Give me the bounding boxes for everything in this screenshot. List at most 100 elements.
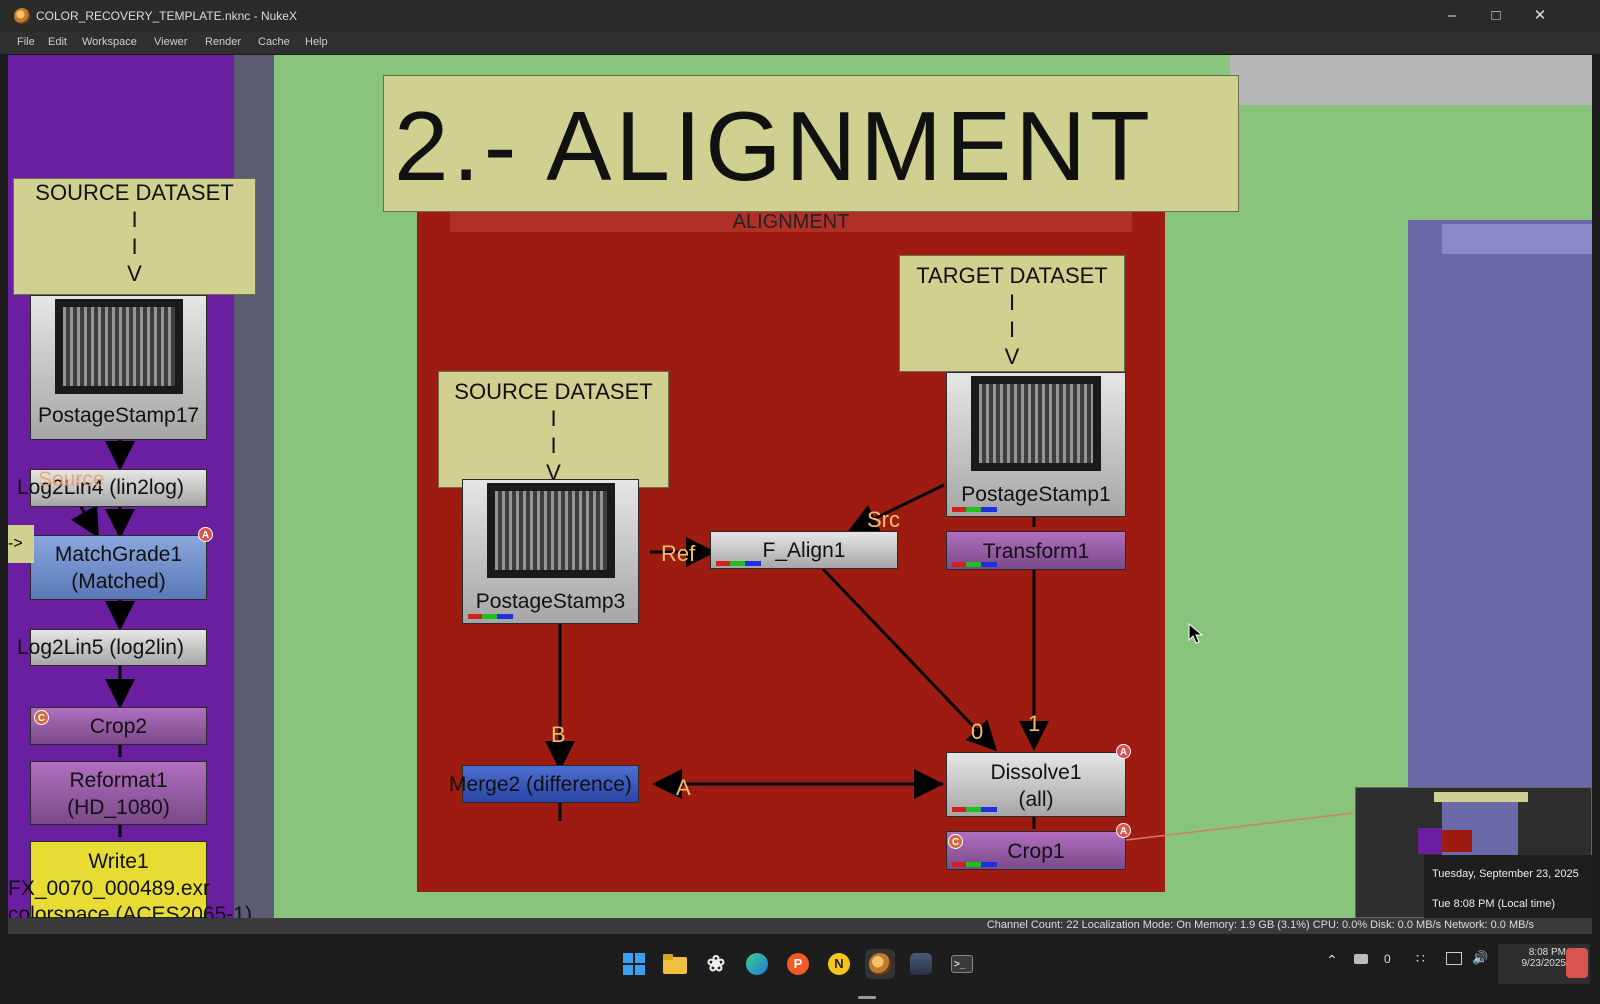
menu-workspace[interactable]: Workspace xyxy=(82,36,137,48)
write1-label: Write1 xyxy=(88,850,149,873)
menu-edit[interactable]: Edit xyxy=(48,36,67,48)
pipe-falign-dissolve xyxy=(821,567,998,752)
tray-count: 0 xyxy=(1384,952,1391,966)
postagestamp3-thumbnail xyxy=(487,483,615,578)
matchgrade1-node[interactable]: MatchGrade1 (Matched) xyxy=(30,535,207,600)
menu-bar: File Edit Workspace Viewer Render Cache … xyxy=(0,32,1600,54)
nukex-active-indicator xyxy=(858,996,876,999)
transform1-label: Transform1 xyxy=(982,540,1090,563)
tray-app-icon[interactable] xyxy=(1354,954,1368,964)
tray-volume-icon[interactable]: 🔊 xyxy=(1472,950,1488,966)
davinci-icon[interactable] xyxy=(906,949,936,979)
pipe-label-ref: Ref xyxy=(661,541,696,566)
left-sticky-title: SOURCE DATASET xyxy=(35,180,234,205)
crop1-a-badge: A xyxy=(1116,823,1131,838)
source-sticky-title: SOURCE DATASET xyxy=(454,379,653,404)
crop2-label: Crop2 xyxy=(89,715,148,738)
target-sticky-title: TARGET DATASET xyxy=(916,263,1108,288)
postagestamp17-node[interactable]: PostageStamp17 xyxy=(30,295,207,440)
postagestamp3-node[interactable]: PostageStamp3 xyxy=(462,479,639,624)
tray-display-icon[interactable] xyxy=(1446,952,1462,965)
target-sticky-arrow-1: I xyxy=(1008,290,1016,315)
pipe-crop1-out xyxy=(1125,812,1354,841)
maximize-button[interactable]: □ xyxy=(1476,4,1516,28)
crop1-c-badge: C xyxy=(948,834,963,849)
left-source-sticky[interactable]: SOURCE DATASET I I V xyxy=(13,178,256,295)
postagestamp1-channels xyxy=(952,507,1016,512)
postagestamp3-channels xyxy=(468,614,532,619)
crop1-channels xyxy=(952,862,1016,867)
matchgrade1-a-badge: A xyxy=(198,527,213,542)
dissolve1-a-badge: A xyxy=(1116,744,1131,759)
menu-render[interactable]: Render xyxy=(205,36,241,48)
transform1-node[interactable]: Transform1 xyxy=(946,531,1126,570)
source-dataset-sticky[interactable]: SOURCE DATASET I I V xyxy=(438,371,669,488)
n-app-icon[interactable]: N xyxy=(824,949,854,979)
falign1-channels xyxy=(716,561,780,566)
window-titlebar: COLOR_RECOVERY_TEMPLATE.nknc - NukeX – □… xyxy=(0,0,1600,32)
reformat1-sublabel: (HD_1080) xyxy=(67,796,170,819)
reformat1-node[interactable]: Reformat1 (HD_1080) xyxy=(30,761,207,825)
mouse-cursor-icon xyxy=(1188,623,1204,644)
menu-file[interactable]: File xyxy=(17,36,35,48)
nukex-icon[interactable] xyxy=(865,949,895,979)
postagestamp17-thumbnail xyxy=(55,299,183,394)
minimap-left-region xyxy=(1418,828,1442,854)
crop1-node[interactable]: Crop1 xyxy=(946,831,1126,870)
target-sticky-arrow-3: V xyxy=(1004,344,1020,369)
write1-filename: FX_0070_000489.exr xyxy=(8,877,210,900)
status-bar: Channel Count: 22 Localization Mode: On … xyxy=(8,918,1592,934)
source-sticky-arrow-2: I xyxy=(550,433,557,458)
pipe-label-1: 1 xyxy=(1028,711,1041,736)
target-sticky-arrow-2: I xyxy=(1008,317,1016,342)
pipe-label-src: Src xyxy=(867,507,900,532)
notification-icon[interactable] xyxy=(1566,948,1588,978)
pipe-label-a: A xyxy=(676,775,691,800)
menu-help[interactable]: Help xyxy=(305,36,328,48)
log2lin5-label: Log2Lin5 (log2lin) xyxy=(17,636,184,659)
chatgpt-icon[interactable]: ❀ xyxy=(701,949,731,979)
dissolve1-node[interactable]: Dissolve1 (all) xyxy=(946,752,1126,817)
tray-clock-date: 9/23/2025 xyxy=(1521,958,1567,969)
matchgrade1-sublabel: (Matched) xyxy=(71,570,166,593)
left-edge-marker[interactable]: -> xyxy=(8,525,34,563)
pipe-label-0: 0 xyxy=(971,719,984,744)
file-explorer-icon[interactable] xyxy=(660,949,690,979)
edge-icon[interactable] xyxy=(742,949,772,979)
taskbar: ❀ P N >_ ⌃ 0 ∷ 🔊 8:08 PM 9/23/2025 xyxy=(0,934,1600,1004)
window-title: COLOR_RECOVERY_TEMPLATE.nknc - NukeX xyxy=(36,9,297,23)
log2lin5-node[interactable]: Log2Lin5 (log2lin) xyxy=(17,629,207,666)
menu-cache[interactable]: Cache xyxy=(258,36,290,48)
node-graph[interactable]: ALIGNMENT 2.- ALIGNMENT SOURCE DATASET I… xyxy=(8,55,1592,918)
postagestamp1-label: PostageStamp1 xyxy=(961,483,1111,506)
left-sticky-arrow-3: V xyxy=(127,261,142,286)
target-dataset-sticky[interactable]: TARGET DATASET I I V xyxy=(899,255,1125,372)
close-button[interactable]: ✕ xyxy=(1520,4,1560,28)
postagestamp1-thumbnail xyxy=(971,376,1101,471)
clock-tooltip: Tuesday, September 23, 2025 Tue 8:08 PM … xyxy=(1424,855,1592,918)
terminal-icon[interactable]: >_ xyxy=(947,949,977,979)
falign1-label: F_Align1 xyxy=(762,539,846,562)
tray-grid-icon[interactable]: ∷ xyxy=(1416,950,1425,967)
tray-chevron-icon[interactable]: ⌃ xyxy=(1326,952,1338,969)
crop1-label: Crop1 xyxy=(1007,840,1065,863)
crop2-node[interactable]: Crop2 xyxy=(30,707,207,745)
dissolve1-channels xyxy=(952,807,1016,812)
menu-viewer[interactable]: Viewer xyxy=(154,36,187,48)
pipe-label-b: B xyxy=(551,722,566,747)
nukex-app-icon xyxy=(14,8,30,24)
postagestamp3-label: PostageStamp3 xyxy=(475,590,626,613)
transform1-channels xyxy=(952,562,1016,567)
p-app-icon[interactable]: P xyxy=(783,949,813,979)
postagestamp17-label: PostageStamp17 xyxy=(37,404,200,427)
status-text: Channel Count: 22 Localization Mode: On … xyxy=(986,919,1534,931)
tooltip-time: Tue 8:08 PM (Local time) xyxy=(1432,898,1556,910)
crop2-c-badge: C xyxy=(34,710,49,725)
merge2-node[interactable]: Merge2 (difference) xyxy=(449,765,639,803)
write1-colorspace: colorspace (ACES2065-1) xyxy=(8,903,252,918)
postagestamp1-node[interactable]: PostageStamp1 xyxy=(946,372,1126,517)
start-icon[interactable] xyxy=(619,949,649,979)
minimize-button[interactable]: – xyxy=(1432,4,1472,28)
minimap-red-region xyxy=(1442,830,1472,852)
falign1-node[interactable]: F_Align1 xyxy=(710,531,898,569)
